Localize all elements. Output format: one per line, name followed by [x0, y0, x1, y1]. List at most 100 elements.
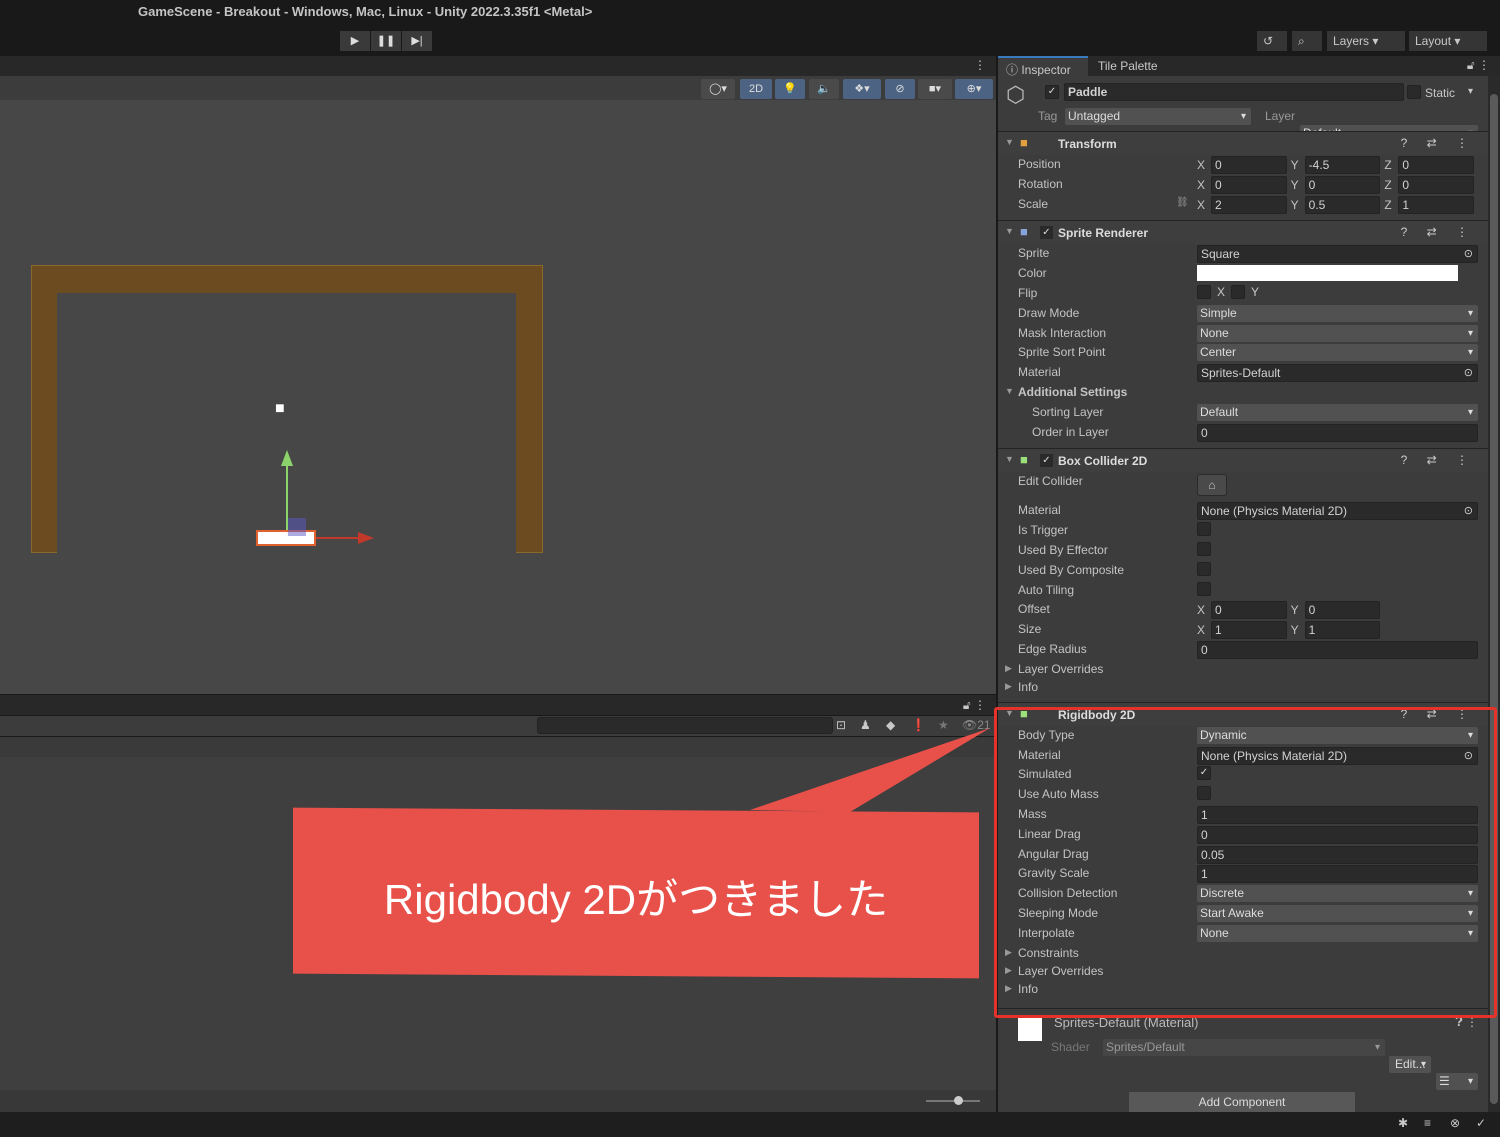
lock-icon[interactable]: 🔓︎ ⋮ [1467, 58, 1490, 73]
flip-checkbox[interactable] [1197, 284, 1211, 299]
history-icon[interactable]: ↺ [1257, 31, 1287, 51]
value-checkbox[interactable] [1197, 581, 1211, 596]
enabled-checkbox[interactable]: ✓ [1040, 454, 1053, 468]
more-icon[interactable]: ⋮ [974, 58, 986, 72]
2d-toggle[interactable]: 2D [740, 79, 772, 99]
rect-handle[interactable] [288, 518, 306, 536]
object-picker-icon[interactable]: ⊙ [1464, 503, 1473, 519]
edit-collider-icon[interactable]: ⌂ [1197, 474, 1227, 497]
axis-value[interactable]: -4.5 [1304, 156, 1381, 174]
foldout-icon[interactable]: ▼ [1005, 226, 1014, 236]
axis-value[interactable]: 1 [1211, 621, 1287, 640]
component-actions-icon[interactable]: ? ⇄ ⋮ [1401, 453, 1476, 467]
zoom-slider[interactable] [926, 1100, 980, 1102]
component-header[interactable]: ▼ ■ ✓ Sprite Renderer ? ⇄ ⋮ [998, 220, 1488, 245]
debug-icon[interactable]: ✱ [1398, 1116, 1408, 1130]
component-actions-icon[interactable]: ? ⇄ ⋮ [1401, 136, 1476, 150]
property-row[interactable]: ▶ Info [998, 678, 1488, 696]
flip-checkbox[interactable] [1231, 284, 1246, 299]
axis-value[interactable]: 1 [1304, 621, 1381, 640]
tab-tile-palette[interactable]: Tile Palette [1098, 59, 1158, 73]
value-dropdown[interactable]: Default [1197, 403, 1478, 421]
constrain-proportions-icon[interactable]: ⛓ [1176, 197, 1189, 208]
camera-icon[interactable]: ■▾ [918, 79, 952, 99]
property-label: Info [1018, 679, 1039, 694]
tag-dropdown[interactable]: Untagged [1065, 108, 1251, 125]
object-name-field[interactable]: Paddle [1064, 83, 1404, 101]
bottom-footer [0, 1090, 996, 1112]
value-checkbox[interactable] [1197, 561, 1211, 576]
foldout-icon[interactable]: ▼ [1005, 137, 1014, 147]
axis-value[interactable]: 0 [1398, 175, 1475, 194]
scene-view[interactable]: ■ [0, 100, 996, 694]
effects-icon[interactable]: ❖▾ [843, 79, 881, 99]
color-field[interactable] [1197, 265, 1458, 282]
component-actions-icon[interactable]: ? ⇄ ⋮ [1401, 225, 1476, 239]
value-field[interactable]: 0 [1197, 423, 1478, 442]
gizmos-icon[interactable]: ⊕▾ [955, 79, 993, 99]
play-button[interactable]: ▶ [340, 31, 370, 51]
foldout-icon[interactable]: ▶ [1005, 681, 1012, 692]
axis-value[interactable]: 1 [1398, 195, 1475, 214]
value-checkbox[interactable] [1197, 522, 1211, 537]
value-dropdown[interactable]: None [1197, 324, 1478, 342]
object-picker-icon[interactable]: ⊙ [1464, 365, 1473, 381]
visibility-icon[interactable]: ⊘ [885, 79, 915, 99]
shading-mode-icon[interactable]: ◯▾ [701, 79, 735, 99]
shader-dropdown[interactable]: Sprites/Default [1103, 1038, 1385, 1056]
lighting-icon[interactable]: 💡 [775, 79, 805, 99]
property-value: Square ⊙ [1197, 245, 1478, 264]
layout-dropdown[interactable]: Layout ▾ [1409, 31, 1487, 51]
property-row[interactable]: ▶ Layer Overrides [998, 660, 1488, 678]
y-arrow-icon[interactable] [281, 450, 293, 466]
auto-generate-lighting-icon[interactable]: ⊗ [1450, 1116, 1460, 1130]
axis-value[interactable]: 2 [1211, 195, 1287, 214]
lock-icon[interactable]: 🔓︎ ⋮ [963, 698, 986, 713]
foldout-icon[interactable]: ▶ [1005, 663, 1012, 674]
property-label: Edge Radius [1018, 641, 1087, 656]
object-picker-icon[interactable]: ⊙ [1464, 246, 1473, 262]
zoom-slider-thumb[interactable] [954, 1096, 963, 1105]
gameobject-cube-icon[interactable]: ⬡ [1006, 82, 1025, 108]
enabled-checkbox[interactable]: ✓ [1040, 226, 1053, 240]
active-checkbox[interactable]: ✓ [1045, 85, 1059, 99]
tab-inspector[interactable]: ⓘ Inspector [998, 56, 1088, 77]
layers-dropdown[interactable]: Layers ▾ [1327, 31, 1405, 51]
x-arrow-icon[interactable] [358, 532, 374, 544]
component-header[interactable]: ▼ ■ Transform ? ⇄ ⋮ [998, 131, 1488, 155]
value-dropdown[interactable]: Center [1197, 344, 1478, 362]
axis-value[interactable]: 0 [1304, 175, 1381, 194]
paddle-sprite[interactable] [256, 530, 316, 546]
pause-button[interactable]: ❚❚ [371, 31, 401, 51]
value-checkbox[interactable] [1197, 541, 1211, 556]
foldout-icon[interactable]: ▼ [1005, 454, 1014, 464]
property-value [1197, 581, 1478, 596]
component-header[interactable]: ▼ ■ ✓ Box Collider 2D ? ⇄ ⋮ [998, 448, 1488, 473]
edit-shader-button[interactable]: Edit... [1389, 1055, 1431, 1073]
axis-value[interactable]: 0.5 [1304, 195, 1381, 214]
audio-icon[interactable]: 🔈 [809, 79, 839, 99]
add-component-button[interactable]: Add Component [1129, 1092, 1355, 1112]
value-dropdown[interactable]: Simple [1197, 304, 1478, 322]
cache-icon[interactable]: ≡ [1424, 1116, 1431, 1130]
check-icon[interactable]: ✓ [1476, 1116, 1486, 1130]
property-row: Used By Composite [998, 561, 1488, 581]
shader-options-icon[interactable]: ☰ [1436, 1072, 1478, 1090]
step-button[interactable]: ▶| [402, 31, 432, 51]
object-field[interactable]: Sprites-Default ⊙ [1197, 364, 1478, 383]
axis-value[interactable]: 0 [1398, 156, 1475, 174]
search-icon[interactable]: ⌕ [1292, 31, 1322, 51]
value-field[interactable]: 0 [1197, 640, 1478, 659]
property-value [1197, 265, 1478, 282]
static-checkbox[interactable] [1407, 85, 1421, 99]
axis-value[interactable]: 0 [1211, 175, 1287, 194]
axis-value[interactable]: 0 [1211, 601, 1287, 620]
property-row[interactable]: ▼ Additional Settings [998, 383, 1488, 403]
object-field[interactable]: None (Physics Material 2D) ⊙ [1197, 502, 1478, 521]
foldout-icon[interactable]: ▼ [1005, 386, 1014, 396]
axis-value[interactable]: 0 [1304, 601, 1381, 620]
static-dropdown-icon[interactable]: ▾ [1468, 86, 1473, 97]
object-field[interactable]: Square ⊙ [1197, 245, 1478, 264]
axis-value[interactable]: 0 [1211, 156, 1287, 174]
